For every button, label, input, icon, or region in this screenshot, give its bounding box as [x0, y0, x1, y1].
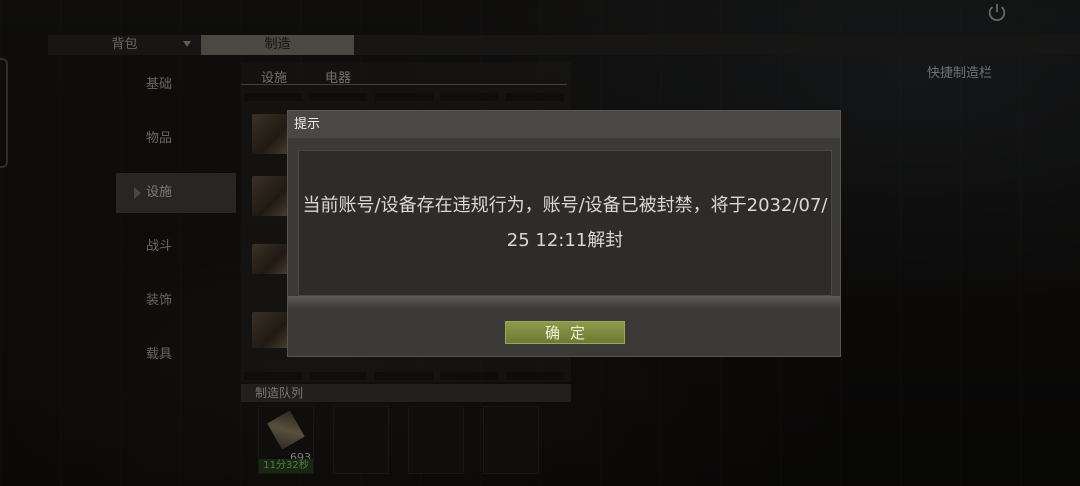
dialog-title: 提示: [288, 111, 840, 138]
dialog-divider-glow: [288, 296, 840, 308]
dialog-body: 当前账号/设备存在违规行为，账号/设备已被封禁，将于2032/07/25 12:…: [298, 150, 832, 296]
confirm-button[interactable]: 确定: [505, 321, 625, 344]
ban-notice-dialog: 提示 当前账号/设备存在违规行为，账号/设备已被封禁，将于2032/07/25 …: [287, 110, 841, 357]
ban-message: 当前账号/设备存在违规行为，账号/设备已被封禁，将于2032/07/25 12:…: [302, 195, 828, 251]
